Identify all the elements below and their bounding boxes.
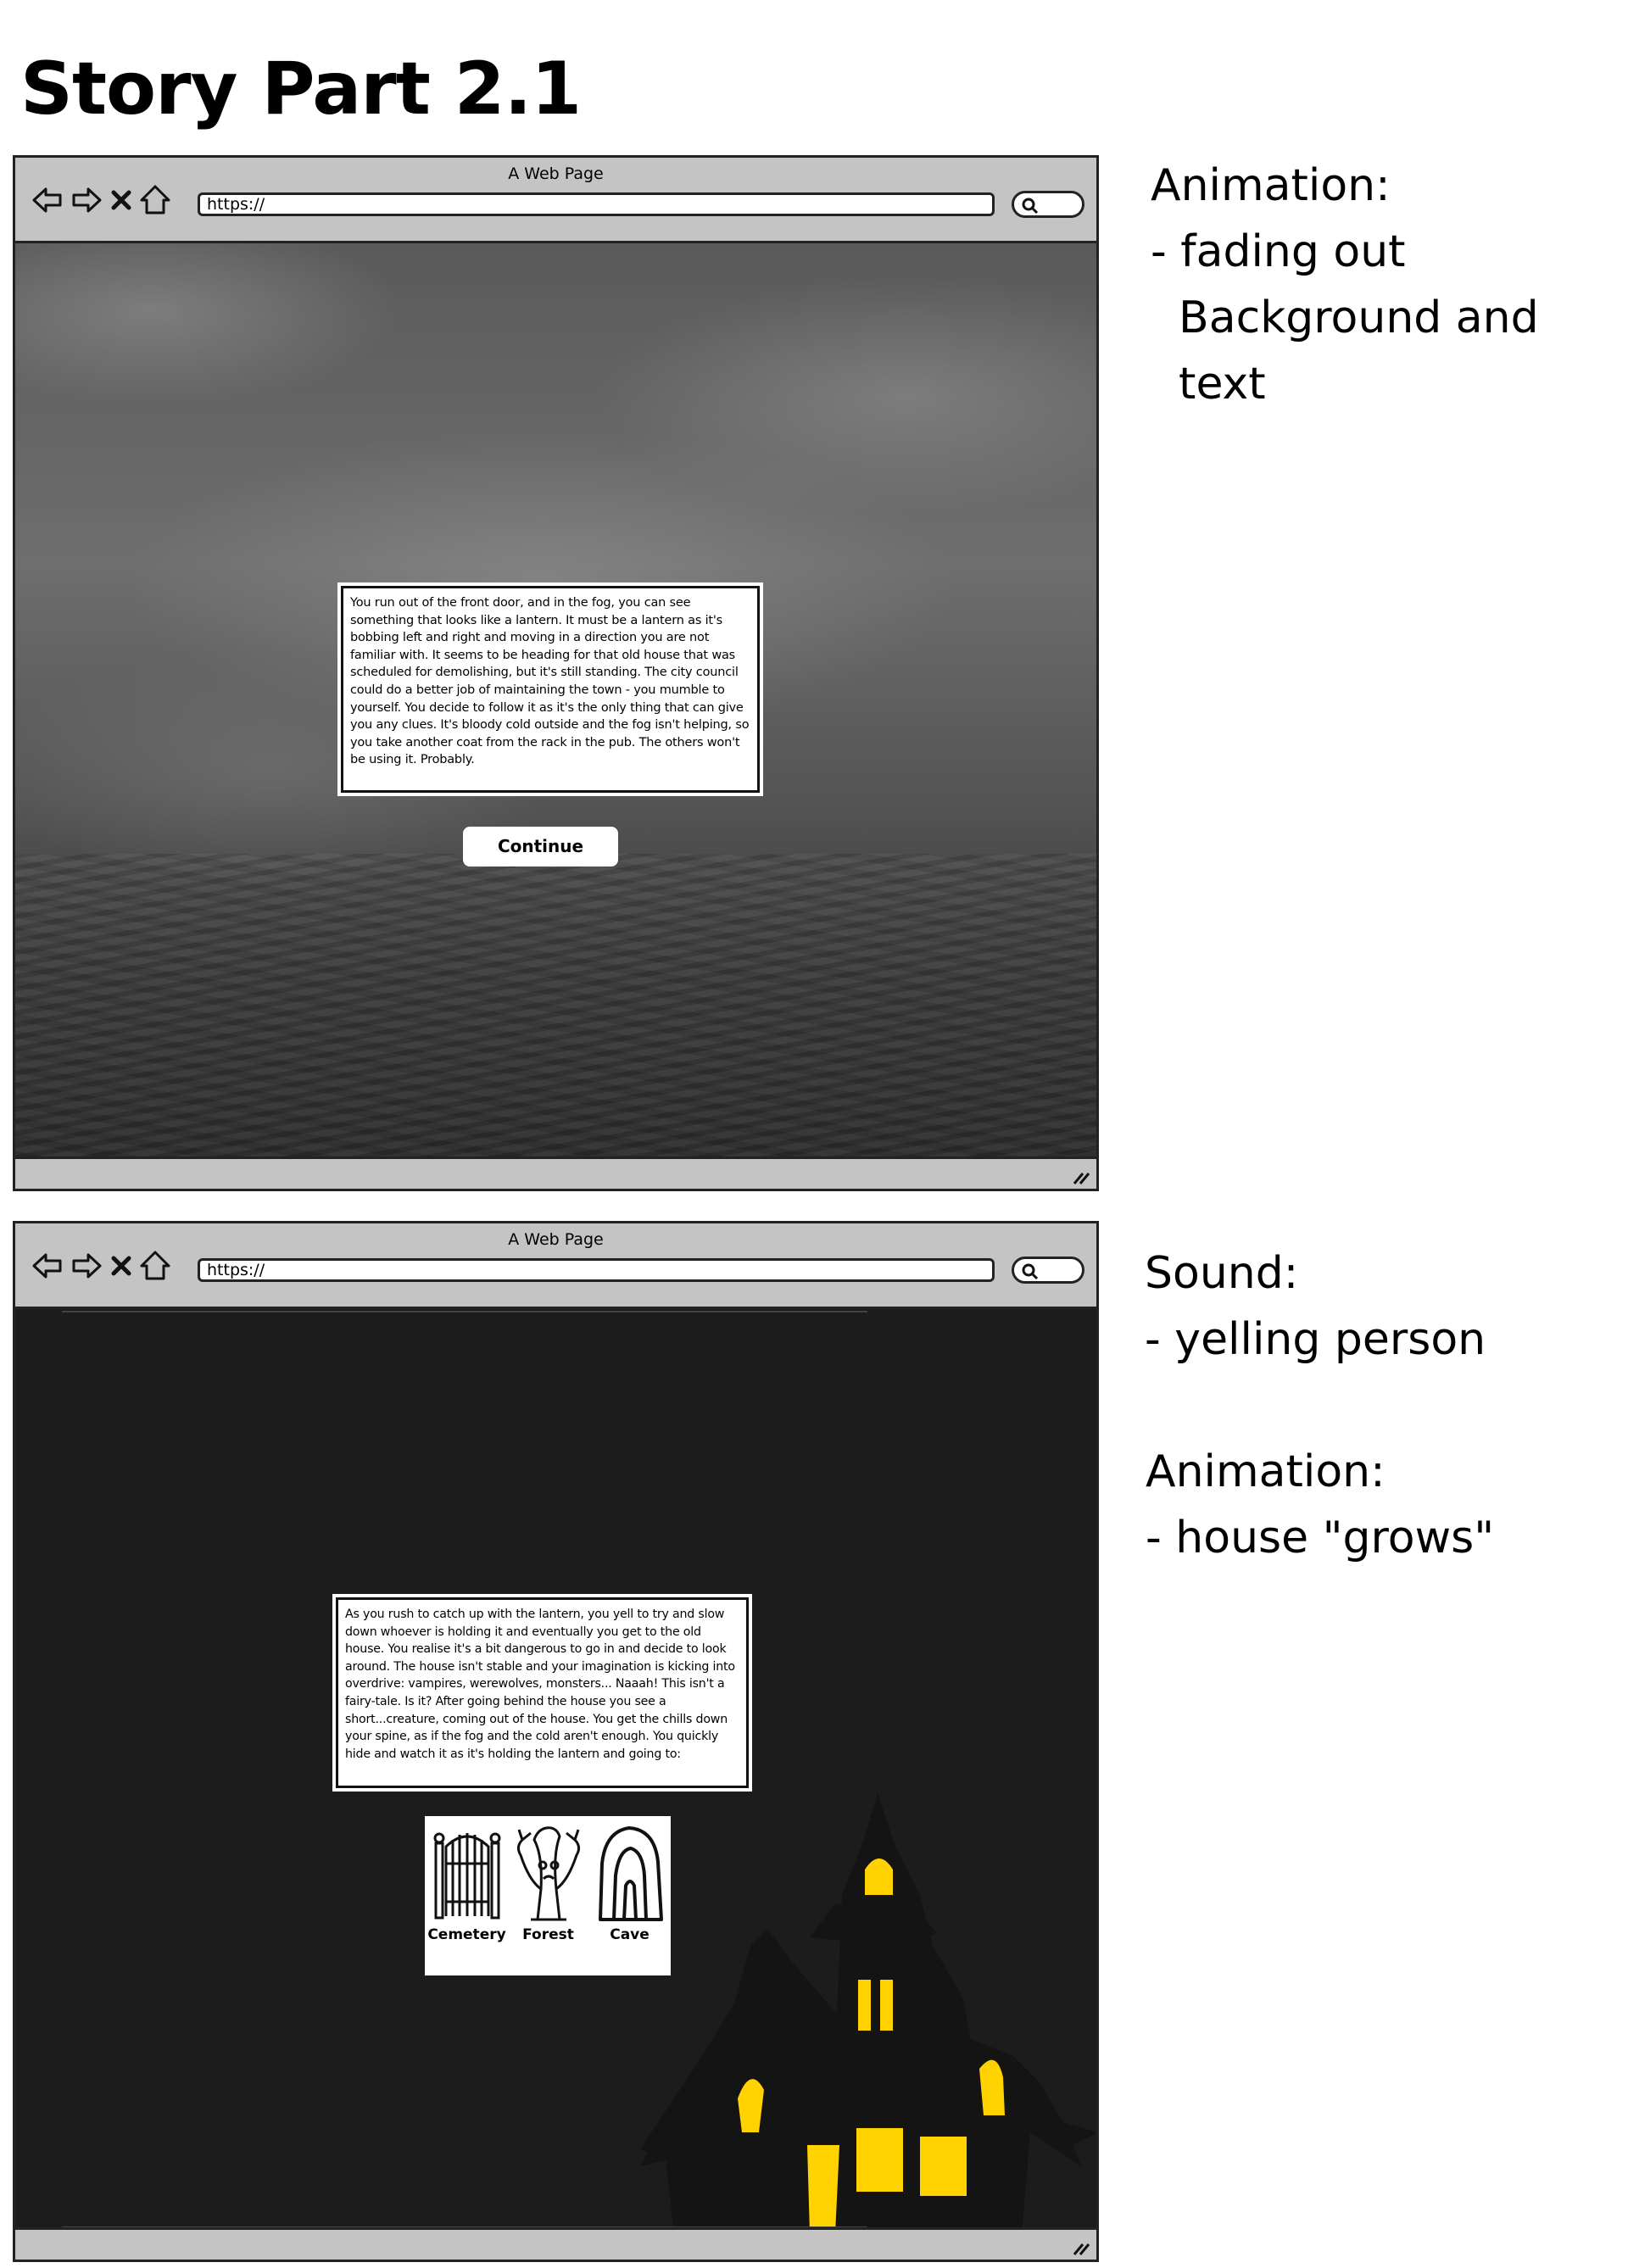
search-button[interactable] xyxy=(1012,191,1084,218)
home-icon[interactable] xyxy=(139,1249,171,1283)
search-icon xyxy=(1022,1263,1039,1280)
back-arrow-icon[interactable] xyxy=(31,1249,64,1283)
choice-forest[interactable]: Forest xyxy=(508,1821,588,1974)
haunted-house-illustration xyxy=(640,1793,1096,2230)
annotation-line: Background and xyxy=(1151,293,1539,343)
stop-icon[interactable] xyxy=(109,1249,134,1283)
status-bar xyxy=(15,2227,1096,2260)
browser-toolbar: A Web Page https:// xyxy=(15,1223,1096,1309)
address-bar[interactable]: https:// xyxy=(198,192,995,216)
annotation-heading: Sound: xyxy=(1145,1248,1299,1299)
choice-label: Forest xyxy=(522,1926,574,1943)
story-textbox: You run out of the front door, and in th… xyxy=(337,582,763,796)
annotation-heading: Animation: xyxy=(1151,160,1391,211)
nav-controls xyxy=(31,183,171,217)
browser-window-2: A Web Page https:// As you rush to catch… xyxy=(13,1221,1099,2262)
choice-label: Cemetery xyxy=(427,1926,506,1943)
annotation-line: text xyxy=(1151,359,1266,410)
annotation-animation-1: Animation: - fading out Background and te… xyxy=(1151,153,1539,417)
annotation-line: - yelling person xyxy=(1145,1314,1486,1365)
forward-arrow-icon[interactable] xyxy=(70,1249,103,1283)
page-title: Story Part 2.1 xyxy=(20,47,582,131)
continue-button[interactable]: Continue xyxy=(463,827,618,867)
search-button[interactable] xyxy=(1012,1257,1084,1284)
annotation-sound: Sound: - yelling person xyxy=(1145,1240,1486,1373)
browser-window-1: A Web Page https:// You run out of the f… xyxy=(13,155,1099,1191)
divider xyxy=(62,1311,867,1312)
forward-arrow-icon[interactable] xyxy=(70,183,103,217)
annotation-animation-2: Animation: - house "grows" xyxy=(1146,1439,1494,1571)
window-title: A Web Page xyxy=(508,1230,604,1249)
story-textbox: As you rush to catch up with the lantern… xyxy=(332,1594,752,1792)
home-icon[interactable] xyxy=(139,183,171,217)
page-viewport: You run out of the front door, and in th… xyxy=(15,243,1096,1159)
wet-ground-texture xyxy=(15,854,1096,1159)
story-text: As you rush to catch up with the lantern… xyxy=(336,1597,749,1788)
search-icon xyxy=(1022,198,1039,215)
window-title: A Web Page xyxy=(508,164,604,183)
resize-grip-icon[interactable] xyxy=(1071,2237,1091,2256)
status-bar xyxy=(15,1156,1096,1189)
browser-toolbar: A Web Page https:// xyxy=(15,158,1096,243)
story-text: You run out of the front door, and in th… xyxy=(341,586,760,793)
choice-cemetery[interactable]: Cemetery xyxy=(427,1821,507,1974)
back-arrow-icon[interactable] xyxy=(31,183,64,217)
resize-grip-icon[interactable] xyxy=(1071,1167,1091,1185)
stop-icon[interactable] xyxy=(109,183,134,217)
spooky-tree-icon xyxy=(516,1826,580,1921)
annotation-line: - fading out xyxy=(1151,226,1406,277)
nav-controls xyxy=(31,1249,171,1283)
annotation-line: - house "grows" xyxy=(1146,1513,1495,1563)
address-bar[interactable]: https:// xyxy=(198,1258,995,1282)
cemetery-gate-icon xyxy=(433,1832,500,1920)
annotation-heading: Animation: xyxy=(1146,1446,1385,1497)
page-viewport: As you rush to catch up with the lantern… xyxy=(15,1309,1096,2230)
choice-panel: Cemetery Forest Cave xyxy=(425,1816,671,1975)
